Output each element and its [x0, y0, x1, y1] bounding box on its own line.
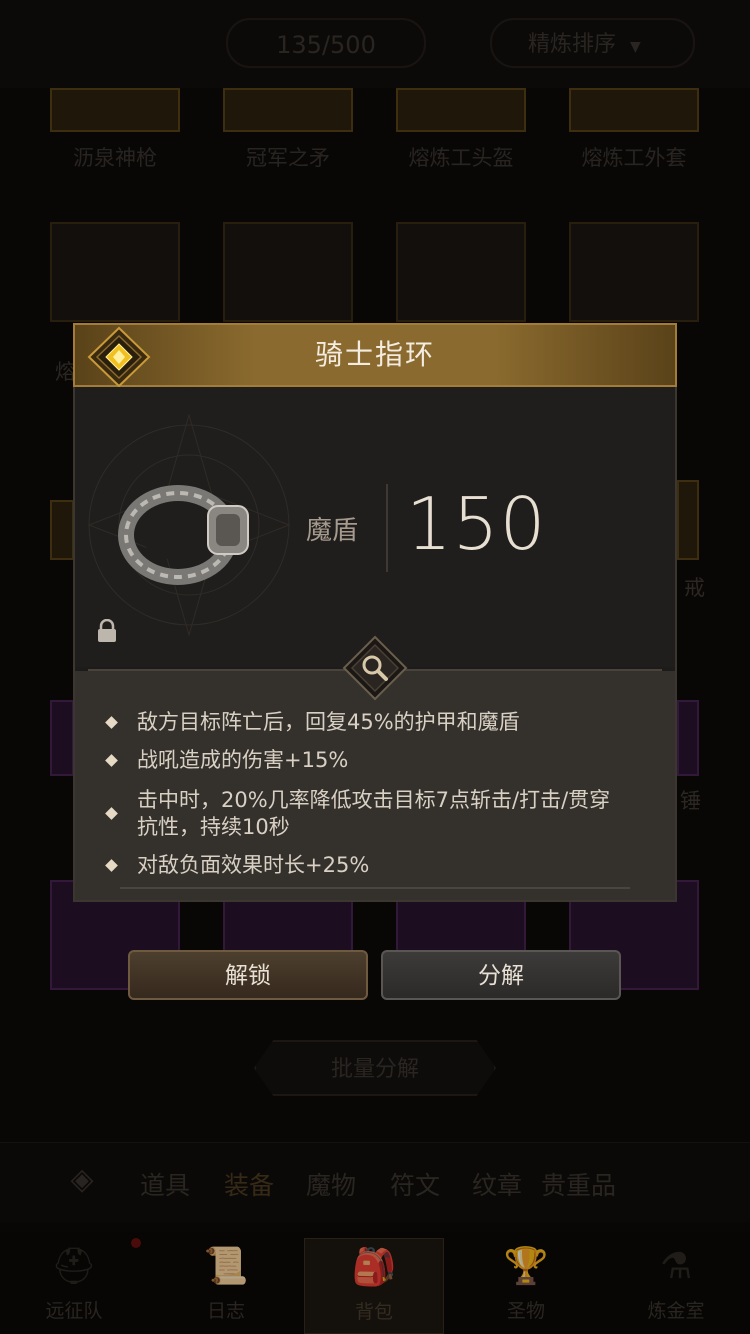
unlock-button[interactable]: 解锁 — [128, 950, 368, 1000]
property-text: 对敌负面效果时长+25% — [137, 853, 370, 877]
diamond-bullet-icon — [105, 859, 118, 872]
rarity-emblem-icon — [87, 326, 151, 388]
item-property: 击中时，20%几率降低攻击目标7点斩击/打击/贯穿抗性，持续10秒 — [105, 787, 617, 841]
magnifier-button[interactable] — [342, 635, 408, 701]
property-text: 击中时，20%几率降低攻击目标7点斩击/打击/贯穿抗性，持续10秒 — [137, 788, 611, 839]
lock-icon[interactable] — [96, 619, 118, 643]
main-stat-value: 150 — [406, 482, 547, 566]
item-property: 战吼造成的伤害+15% — [105, 747, 635, 774]
panel-bottom-line — [120, 887, 630, 889]
item-property: 对敌负面效果时长+25% — [105, 852, 635, 879]
ring-item-image — [87, 413, 291, 637]
diamond-bullet-icon — [105, 754, 118, 767]
property-text: 敌方目标阵亡后，回复45%的护甲和魔盾 — [137, 710, 520, 734]
salvage-button[interactable]: 分解 — [381, 950, 621, 1000]
diamond-bullet-icon — [105, 807, 118, 820]
item-property: 敌方目标阵亡后，回复45%的护甲和魔盾 — [105, 709, 635, 736]
main-stat-label: 魔盾 — [306, 516, 359, 546]
item-name-title: 骑士指环 — [314, 338, 435, 371]
property-text: 战吼造成的伤害+15% — [137, 748, 349, 772]
diamond-bullet-icon — [105, 716, 118, 729]
stat-divider — [386, 484, 388, 572]
